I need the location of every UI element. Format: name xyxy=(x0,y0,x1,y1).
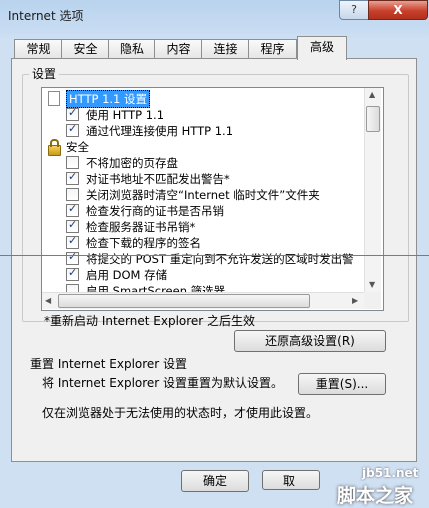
watermark-brand: 脚本之家 xyxy=(337,485,414,507)
tab-security[interactable]: 安全 xyxy=(61,39,110,59)
setting-label: 使用 HTTP 1.1 xyxy=(86,108,165,122)
close-icon: X xyxy=(393,3,403,17)
lock-shackle xyxy=(50,139,59,147)
help-icon: ? xyxy=(351,3,357,16)
checkbox[interactable] xyxy=(66,170,79,185)
setting-label: 不将加密的页存盘 xyxy=(86,156,178,170)
scroll-corner xyxy=(364,292,381,309)
setting-label: 关闭浏览器时清空“Internet 临时文件”文件夹 xyxy=(86,188,320,202)
scroll-down-icon[interactable]: ▼ xyxy=(369,280,375,289)
reset-button[interactable]: 重置(S)... xyxy=(298,373,386,395)
settings-group-label: 设置 xyxy=(29,65,60,82)
tab-content[interactable]: 内容 xyxy=(154,39,203,59)
title-bar[interactable]: Internet 选项 ? X xyxy=(0,0,429,28)
category-label: 安全 xyxy=(66,140,89,154)
checkbox[interactable] xyxy=(66,266,79,281)
scroll-right-icon[interactable]: ▶ xyxy=(352,296,358,305)
page-icon xyxy=(48,91,60,106)
dialog-window: Internet 选项 ? X 常规 安全 隐私 内容 连接 程序 高级 设置 … xyxy=(0,0,429,507)
cancel-button[interactable]: 取 xyxy=(262,470,320,490)
restore-advanced-button[interactable]: 还原高级设置(R) xyxy=(234,330,386,352)
setting-label: 检查下载的程序的签名 xyxy=(86,236,201,250)
horizontal-scroll-thumb[interactable] xyxy=(58,294,310,308)
help-button[interactable]: ? xyxy=(339,0,369,20)
ok-button[interactable]: 确定 xyxy=(181,470,249,492)
tab-general[interactable]: 常规 xyxy=(14,39,63,59)
checkbox[interactable] xyxy=(66,188,79,201)
tab-connections[interactable]: 连接 xyxy=(201,39,250,59)
checkbox[interactable] xyxy=(66,234,79,249)
close-button[interactable]: X xyxy=(368,0,428,20)
setting-label: 检查服务器证书吊销* xyxy=(86,220,196,234)
checkbox[interactable] xyxy=(66,202,79,217)
reset-note: 仅在浏览器处于无法使用的状态时，才使用此设置。 xyxy=(42,406,319,420)
checkbox[interactable] xyxy=(66,218,79,233)
category-label: HTTP 1.1 设置 xyxy=(66,90,151,108)
tab-privacy[interactable]: 隐私 xyxy=(108,39,156,59)
reset-description: 将 Internet Explorer 设置重置为默认设置。 xyxy=(42,376,284,390)
checkbox[interactable] xyxy=(66,156,79,169)
settings-tree-list[interactable]: HTTP 1.1 设置 使用 HTTP 1.1 通过代理连接使用 HTTP 1.… xyxy=(41,87,384,311)
vertical-scroll-thumb[interactable] xyxy=(366,106,380,132)
tab-programs[interactable]: 程序 xyxy=(248,39,297,59)
window-title: Internet 选项 xyxy=(8,9,84,23)
setting-label: 启用 DOM 存储 xyxy=(86,268,168,282)
setting-label: 对证书地址不匹配发出警告* xyxy=(86,172,230,186)
watermark-site: jb51.net xyxy=(362,466,419,480)
reset-heading: 重置 Internet Explorer 设置 xyxy=(30,357,188,371)
setting-label: 检查发行商的证书是否吊销 xyxy=(86,204,224,218)
scroll-up-icon[interactable]: ▲ xyxy=(369,90,375,99)
tab-advanced[interactable]: 高级 xyxy=(297,36,347,60)
checkbox[interactable] xyxy=(66,122,79,137)
restart-note: *重新启动 Internet Explorer 之后生效 xyxy=(44,314,256,328)
scroll-left-icon[interactable]: ◀ xyxy=(45,296,51,305)
checkbox[interactable] xyxy=(66,106,79,121)
setting-label: 通过代理连接使用 HTTP 1.1 xyxy=(86,124,234,138)
checkbox[interactable] xyxy=(66,250,79,265)
setting-label: 将提交的 POST 重定向到不允许发送的区域时发出警 xyxy=(86,252,354,266)
red-guide-line xyxy=(0,255,429,256)
